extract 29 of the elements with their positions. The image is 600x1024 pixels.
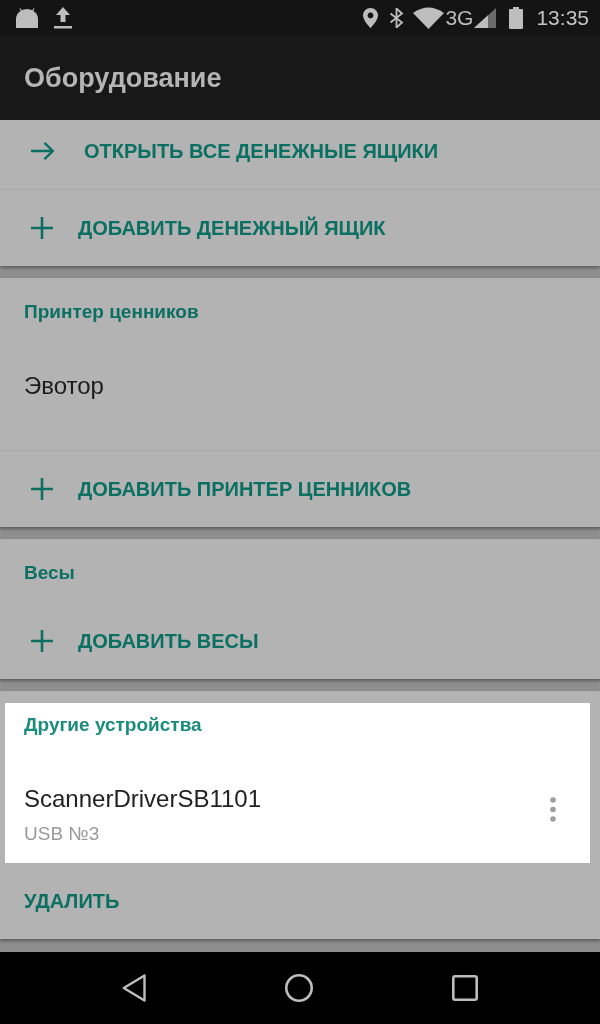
screen-title: Оборудование: [24, 62, 222, 94]
delete-button[interactable]: УДАЛИТЬ: [16, 881, 128, 921]
more-options-icon[interactable]: [550, 797, 556, 822]
network-type-label: 3G: [445, 6, 474, 30]
android-icon: [16, 8, 38, 28]
device-name[interactable]: Эвотор: [24, 372, 104, 399]
add-button[interactable]: ДОБАВИТЬ ПРИНТЕР ЦЕННИКОВ: [22, 469, 420, 509]
add-button[interactable]: ДОБАВИТЬ ВЕСЫ: [22, 621, 267, 661]
plus-icon: [31, 217, 53, 239]
home-icon[interactable]: [285, 974, 313, 1002]
device-name[interactable]: ScannerDriverSB1101: [24, 785, 261, 812]
arrow-icon: [30, 141, 55, 161]
section-title: Другие устройства: [24, 714, 202, 736]
back-icon[interactable]: [122, 974, 146, 1002]
open-all-button[interactable]: ОТКРЫТЬ ВСЕ ДЕНЕЖНЫЕ ЯЩИКИ: [22, 131, 447, 171]
location-pin-icon: [363, 8, 379, 28]
battery-icon: [509, 7, 524, 29]
device-port: USB №3: [24, 823, 100, 845]
upload-icon: [54, 7, 72, 29]
plus-icon: [31, 478, 53, 500]
bluetooth-icon: [389, 8, 405, 28]
signal-icon: [474, 8, 497, 28]
plus-icon: [31, 630, 53, 652]
wifi-icon: [413, 7, 445, 29]
section-title: Принтер ценников: [24, 301, 199, 323]
add-button[interactable]: ДОБАВИТЬ ДЕНЕЖНЫЙ ЯЩИК: [22, 208, 394, 248]
status-time: 13:35: [536, 6, 589, 30]
section-title: Весы: [24, 562, 75, 584]
recents-icon[interactable]: [452, 975, 478, 1001]
